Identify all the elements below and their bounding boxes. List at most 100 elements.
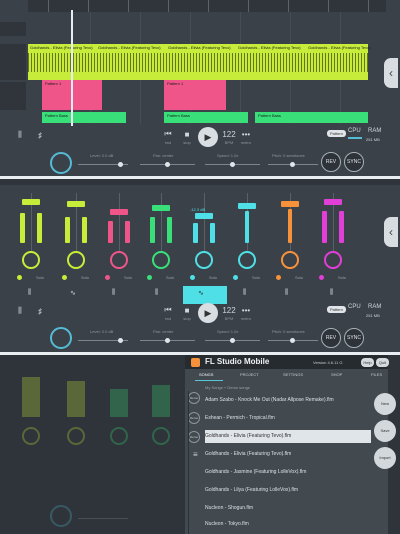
playhead[interactable] bbox=[71, 10, 73, 126]
level-handle[interactable] bbox=[118, 338, 123, 343]
solo-label[interactable]: Solo bbox=[252, 275, 260, 280]
mute-dot[interactable] bbox=[62, 275, 67, 280]
menu-icon[interactable]: ≡ bbox=[193, 450, 198, 459]
solo-label[interactable]: Solo bbox=[295, 275, 303, 280]
more-button[interactable]: ••• metro bbox=[238, 303, 254, 323]
mute-dot[interactable] bbox=[17, 275, 22, 280]
channel-icon[interactable]: ⫼ bbox=[28, 289, 31, 297]
file-item[interactable]: Nucleon - Tokyo.flm bbox=[205, 518, 371, 531]
channel-icon[interactable]: ⫼ bbox=[330, 289, 333, 297]
pan-knob[interactable] bbox=[152, 251, 170, 269]
mute-dot[interactable] bbox=[233, 275, 238, 280]
fader-handle[interactable] bbox=[238, 203, 256, 209]
demo-badge[interactable]: Demo bbox=[188, 392, 200, 404]
pan-knob[interactable] bbox=[22, 251, 40, 269]
save-button[interactable]: Save bbox=[374, 420, 396, 442]
solo-label[interactable]: Solo bbox=[36, 275, 44, 280]
pattern-button[interactable]: Pattern bbox=[327, 130, 346, 137]
solo-label[interactable]: Solo bbox=[209, 275, 217, 280]
fader-handle[interactable] bbox=[152, 205, 170, 211]
channel-icon[interactable]: ⫼ bbox=[285, 289, 288, 297]
speed-handle[interactable] bbox=[230, 162, 235, 167]
import-button[interactable]: Import bbox=[374, 447, 396, 469]
pitch-handle[interactable] bbox=[290, 338, 295, 343]
rewind-button[interactable]: ⏮ rwd bbox=[160, 303, 176, 323]
solo-label[interactable]: Solo bbox=[81, 275, 89, 280]
tab-project[interactable]: PROJECT bbox=[240, 372, 259, 377]
pattern-clip[interactable]: Pattern Bass bbox=[255, 112, 368, 123]
channel-icon[interactable]: ⫼ bbox=[155, 289, 158, 297]
fader-handle[interactable] bbox=[22, 199, 40, 205]
pan-knob[interactable] bbox=[324, 251, 342, 269]
solo-label[interactable]: Solo bbox=[166, 275, 174, 280]
pan-handle[interactable] bbox=[165, 162, 170, 167]
pan-knob[interactable] bbox=[110, 251, 128, 269]
file-item-selected[interactable]: Goldhands - Elivia (Featuring Tevo).flm bbox=[205, 430, 371, 443]
fader-handle[interactable] bbox=[324, 199, 342, 205]
pattern-clip[interactable]: Pattern Bass bbox=[164, 112, 248, 123]
pitch-handle[interactable] bbox=[290, 162, 295, 167]
solo-label[interactable]: Solo bbox=[124, 275, 132, 280]
mute-dot[interactable] bbox=[319, 275, 324, 280]
level-handle[interactable] bbox=[118, 162, 123, 167]
piano-icon[interactable]: ♯ bbox=[32, 304, 48, 318]
stop-button[interactable]: ■ stop bbox=[179, 127, 195, 147]
track-header-1[interactable] bbox=[0, 22, 26, 36]
mixer-view-icon[interactable]: ⫼ bbox=[10, 304, 30, 318]
solo-label[interactable]: Solo bbox=[338, 275, 346, 280]
pan-knob[interactable] bbox=[281, 251, 299, 269]
mute-dot[interactable] bbox=[147, 275, 152, 280]
channel-icon[interactable]: ⫼ bbox=[112, 289, 115, 297]
audio-clip-track[interactable]: Goldhands - Elivia (Featuring Tevo) Gold… bbox=[28, 44, 371, 80]
tab-settings[interactable]: SETTINGS bbox=[283, 372, 303, 377]
fader-handle[interactable] bbox=[195, 213, 213, 219]
track-header-2[interactable] bbox=[0, 44, 26, 80]
more-button[interactable]: ••• metro bbox=[238, 127, 254, 147]
sync-button[interactable]: SYNC bbox=[344, 328, 364, 348]
rewind-button[interactable]: ⏮ rwd bbox=[160, 127, 176, 147]
tempo-display[interactable]: 122 BPM bbox=[220, 302, 238, 324]
tab-songs[interactable]: SONGS bbox=[199, 372, 213, 377]
piano-icon[interactable]: ♯ bbox=[32, 128, 48, 142]
track-header-3[interactable] bbox=[0, 82, 26, 110]
tab-shop[interactable]: SHOP bbox=[331, 372, 342, 377]
sync-button[interactable]: SYNC bbox=[344, 152, 364, 172]
mixer-view-icon[interactable]: ⫼ bbox=[10, 128, 30, 142]
expand-arrow-icon[interactable]: ‹ bbox=[384, 58, 398, 88]
play-button[interactable]: ▶ bbox=[198, 127, 218, 147]
quit-button[interactable]: Quit bbox=[376, 358, 389, 367]
new-button[interactable]: New bbox=[374, 393, 396, 415]
play-button[interactable]: ▶ bbox=[198, 303, 218, 323]
pan-knob[interactable] bbox=[238, 251, 256, 269]
demo-badge[interactable]: Demo bbox=[188, 412, 200, 424]
pattern-clip[interactable]: Pattern 1 bbox=[164, 80, 226, 110]
file-item[interactable]: Adam Szabo - Knock Me Out (Nadar Allpose… bbox=[205, 394, 371, 407]
pattern-button[interactable]: Pattern bbox=[327, 306, 346, 313]
tempo-display[interactable]: 122 BPM bbox=[220, 126, 238, 148]
mute-dot[interactable] bbox=[105, 275, 110, 280]
speed-handle[interactable] bbox=[230, 338, 235, 343]
demo-badge[interactable]: Demo bbox=[188, 431, 200, 443]
mute-dot[interactable] bbox=[190, 275, 195, 280]
file-item[interactable]: Eshean - Permich - Tropical.flm bbox=[205, 412, 371, 425]
file-item[interactable]: Goldhands - Lilya (Featuring LolleVox).f… bbox=[205, 484, 371, 497]
wave-knob[interactable] bbox=[50, 152, 72, 174]
fader-handle[interactable] bbox=[67, 201, 85, 207]
file-item[interactable]: Nucleon - Shogun.flm bbox=[205, 502, 371, 515]
fader-handle[interactable] bbox=[110, 209, 128, 215]
pattern-clip[interactable]: Pattern Bass bbox=[42, 112, 126, 123]
file-item[interactable]: Goldhands - Jasmine (Featuring LolleVox)… bbox=[205, 466, 371, 479]
file-item[interactable]: Goldhands - Elivia (Featuring Tevo).flm bbox=[205, 448, 371, 461]
pan-handle[interactable] bbox=[165, 338, 170, 343]
help-button[interactable]: Help bbox=[361, 358, 374, 367]
pan-knob[interactable] bbox=[195, 251, 213, 269]
fader-handle[interactable] bbox=[281, 201, 299, 207]
tab-files[interactable]: FILES bbox=[371, 372, 382, 377]
pan-knob[interactable] bbox=[67, 251, 85, 269]
expand-arrow-icon[interactable]: ‹ bbox=[384, 217, 398, 247]
mute-dot[interactable] bbox=[276, 275, 281, 280]
rev-button[interactable]: REV bbox=[321, 328, 341, 348]
rev-button[interactable]: REV bbox=[321, 152, 341, 172]
scroll-track[interactable] bbox=[188, 391, 189, 534]
stop-button[interactable]: ■ stop bbox=[179, 303, 195, 323]
